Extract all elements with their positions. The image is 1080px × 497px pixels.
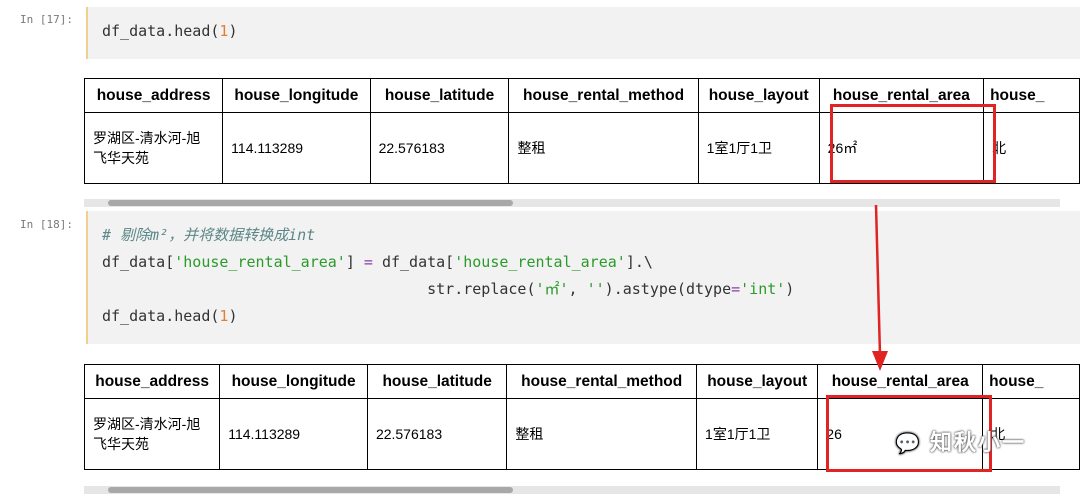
scrollbar-thumb[interactable]: [108, 487, 513, 493]
watermark-text: 知秋小一: [930, 430, 1027, 455]
code-line: df_data.head(1): [102, 22, 238, 40]
col-header: house_: [982, 364, 1080, 399]
table-cell: 114.113289: [222, 112, 371, 184]
code-block: # 剔除m²，并将数据转换成int df_data['house_rental_…: [102, 226, 795, 325]
horizontal-scrollbar-1[interactable]: [84, 199, 1060, 207]
code-comment: # 剔除m²，并将数据转换成int: [102, 226, 316, 244]
col-header: house_layout: [696, 364, 819, 399]
table-cell: 114.113289: [219, 398, 368, 470]
arrow-down-icon: [872, 205, 888, 371]
wechat-icon: 💬: [895, 433, 922, 455]
watermark: 💬 知秋小一: [895, 425, 1026, 457]
table-cell: 罗湖区-清水河-旭飞华天苑: [84, 398, 221, 470]
col-header: house_layout: [697, 78, 820, 113]
cell-prompt: In [17]:: [20, 13, 73, 26]
col-header: house_: [983, 78, 1080, 113]
col-header: house_longitude: [219, 364, 368, 399]
code-text: df_data.head(: [102, 22, 220, 40]
col-header: house_rental_method: [508, 78, 699, 113]
col-header: house_address: [84, 78, 224, 113]
table-cell: 罗湖区-清水河-旭飞华天苑: [84, 112, 224, 184]
table-cell: 1室1厅1卫: [697, 112, 820, 184]
highlight-box-1: [830, 104, 996, 183]
col-header: house_latitude: [366, 364, 508, 399]
table-cell: 1室1厅1卫: [696, 398, 819, 470]
col-header: house_longitude: [222, 78, 371, 113]
table-cell: 整租: [508, 112, 699, 184]
col-header: house_address: [84, 364, 221, 399]
horizontal-scrollbar-2[interactable]: [84, 486, 1060, 494]
col-header: house_rental_method: [506, 364, 698, 399]
table-cell: 22.576183: [366, 398, 508, 470]
table-cell: 整租: [506, 398, 698, 470]
table-cell: 北: [983, 112, 1080, 184]
col-header: house_rental_area: [817, 364, 984, 399]
scrollbar-thumb[interactable]: [108, 200, 513, 206]
cell-prompt: In [18]:: [20, 218, 73, 231]
table-header-row: house_address house_longitude house_lati…: [84, 364, 1080, 399]
col-header: house_latitude: [369, 78, 510, 113]
table-cell: 22.576183: [369, 112, 510, 184]
